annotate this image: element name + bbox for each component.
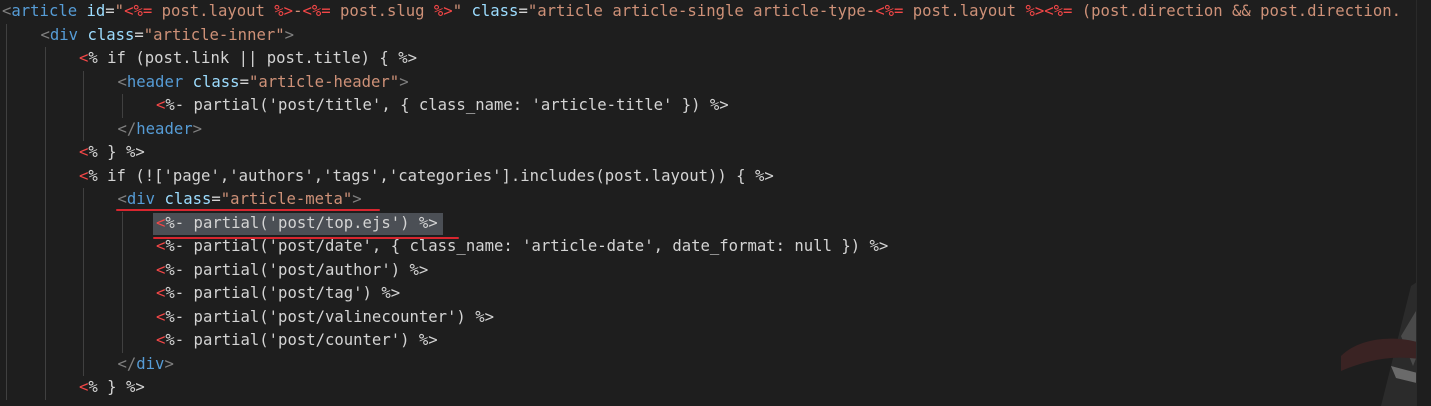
code-token: > — [284, 25, 295, 44]
code-token: < — [156, 284, 166, 302]
code-token: = — [518, 2, 528, 20]
code-token: > — [164, 354, 174, 373]
code-token: article — [11, 2, 78, 20]
indent-guide — [121, 94, 123, 118]
code-token: %- partial('post/author') %> — [165, 260, 429, 279]
code-token: " — [114, 2, 125, 20]
code-token: div — [136, 354, 165, 373]
code-line[interactable]: <%- partial('post/counter') %> — [156, 329, 438, 353]
code-line[interactable]: <%- partial('post/author') %> — [156, 259, 428, 283]
code-token: post.layout — [152, 2, 275, 20]
code-token: = — [134, 25, 144, 44]
code-token: class — [471, 2, 519, 20]
annotation-underline-article-meta — [116, 209, 380, 211]
code-token: div — [49, 25, 79, 44]
code-token: "article-header" — [248, 72, 400, 91]
code-token: %- partial('post/top.ejs') %> — [165, 213, 438, 232]
code-token: < — [156, 96, 166, 114]
indent-guide — [83, 70, 84, 141]
code-line[interactable]: <%- partial('post/tag') %> — [156, 282, 400, 306]
code-token: <%= — [302, 2, 331, 20]
code-line[interactable]: <% if (post.link || post.title) { %> — [79, 47, 417, 71]
code-token: "article-inner" — [143, 25, 285, 44]
code-line[interactable]: </header> — [118, 118, 203, 142]
code-token: % if (!['page','authors','tags','categor… — [88, 166, 774, 185]
code-token: < — [117, 190, 127, 208]
code-token: header — [136, 119, 193, 138]
code-token: class — [192, 72, 240, 91]
code-token: </ — [117, 354, 137, 373]
code-token: class — [164, 190, 212, 208]
code-token: %- partial('post/title', { class_name: '… — [165, 96, 729, 114]
code-line[interactable]: <div class="article-meta"> — [118, 188, 362, 212]
code-token: %- partial('post/valinecounter') %> — [165, 307, 494, 326]
vertical-scrollbar[interactable] — [1416, 0, 1431, 406]
code-token: % } %> — [88, 143, 145, 161]
code-token: = — [239, 72, 249, 91]
code-token: < — [156, 237, 166, 255]
code-token: </ — [117, 119, 137, 138]
code-token: <%= — [124, 2, 153, 20]
code-line[interactable]: <%- partial('post/valinecounter') %> — [156, 306, 494, 330]
indent-guide — [44, 47, 46, 400]
indent-guide — [83, 188, 84, 376]
code-token: %- partial('post/tag') %> — [165, 284, 401, 302]
code-token: <%= — [1044, 2, 1073, 20]
code-token: < — [79, 378, 89, 396]
code-line[interactable]: <% } %> — [79, 376, 145, 400]
code-token: > — [352, 190, 362, 208]
code-token: < — [156, 213, 166, 232]
code-token: < — [79, 166, 89, 185]
code-token: = — [211, 190, 221, 208]
code-token: %- partial('post/counter') %> — [165, 331, 438, 349]
code-token: < — [156, 260, 166, 279]
code-token: > — [399, 72, 409, 91]
indent-guide — [6, 23, 7, 400]
code-line[interactable]: <article id="<%= post.layout %>-<%= post… — [2, 0, 1401, 24]
code-token: id — [86, 2, 106, 20]
code-line[interactable]: <%- partial('post/top.ejs') %> — [156, 212, 438, 236]
code-token: " — [452, 2, 463, 20]
code-line[interactable]: <% if (!['page','authors','tags','catego… — [79, 165, 774, 189]
code-token: < — [40, 25, 50, 44]
code-token: <%= — [875, 2, 904, 20]
code-token: header — [126, 72, 184, 91]
code-token: = — [105, 2, 115, 20]
code-line[interactable]: <% } %> — [79, 141, 145, 165]
code-token: < — [156, 331, 166, 349]
code-token: < — [117, 72, 127, 91]
code-line[interactable]: </div> — [118, 353, 174, 377]
annotation-underline-top-partial — [153, 237, 459, 239]
code-token: % if (post.link || post.title) { %> — [88, 49, 417, 67]
code-token: div — [126, 190, 156, 208]
code-token: %- partial('post/date', { class_name: 'a… — [165, 237, 889, 255]
code-line[interactable]: <%- partial('post/title', { class_name: … — [156, 94, 729, 118]
code-editor[interactable]: <article id="<%= post.layout %>-<%= post… — [0, 0, 1431, 406]
code-token: %> — [1025, 2, 1045, 20]
code-token: > — [192, 119, 203, 138]
code-token: %> — [433, 2, 453, 20]
code-token: post.layout — [903, 2, 1026, 20]
code-line[interactable]: <div class="article-inner"> — [41, 24, 295, 48]
code-token: < — [2, 2, 12, 20]
code-token: %> — [274, 2, 294, 20]
code-line[interactable]: <header class="article-header"> — [118, 71, 409, 95]
code-token: < — [79, 143, 89, 161]
code-token: "article-meta" — [220, 190, 353, 208]
code-token: "article article-single article-type- — [527, 2, 876, 20]
code-token: % } %> — [88, 378, 145, 396]
code-token: < — [156, 307, 166, 326]
indent-guide — [121, 211, 123, 353]
code-token: (post.direction && post.direction. — [1072, 2, 1401, 20]
code-token: class — [87, 25, 135, 44]
code-token: < — [79, 49, 89, 67]
code-token: post.slug — [330, 2, 434, 20]
